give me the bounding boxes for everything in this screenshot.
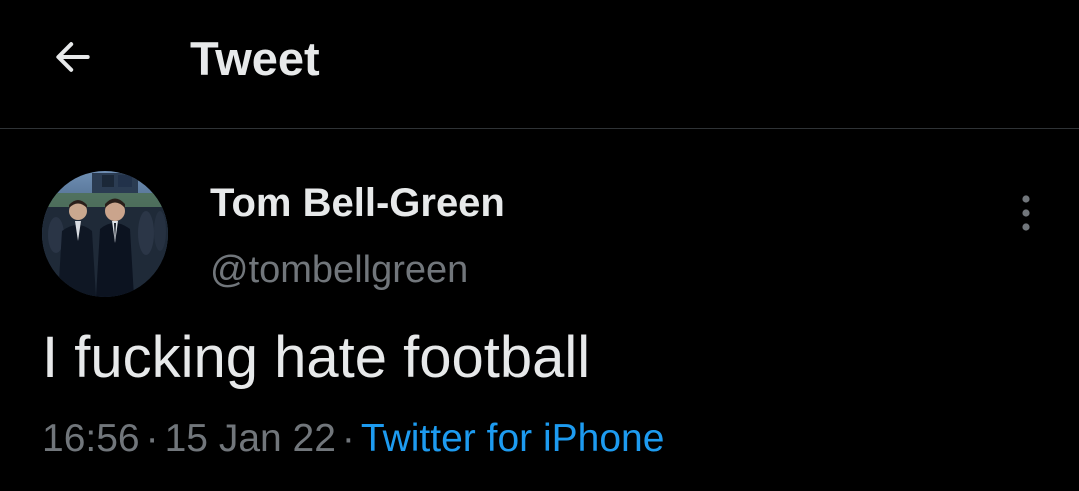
tweet-meta: 16:56 · 15 Jan 22 · Twitter for iPhone bbox=[42, 412, 664, 466]
meta-separator: · bbox=[341, 417, 355, 460]
meta-separator: · bbox=[145, 417, 159, 460]
more-options-button[interactable] bbox=[1004, 190, 1048, 240]
back-button[interactable] bbox=[44, 30, 102, 88]
author-display-name[interactable]: Tom Bell-Green bbox=[210, 178, 505, 228]
page-title: Tweet bbox=[190, 32, 320, 85]
tweet-date[interactable]: 15 Jan 22 bbox=[165, 417, 336, 460]
tweet-source-link[interactable]: Twitter for iPhone bbox=[361, 417, 664, 460]
author-handle[interactable]: @tombellgreen bbox=[210, 245, 468, 295]
arrow-left-icon bbox=[51, 35, 95, 84]
tweet-text: I fucking hate football bbox=[42, 325, 591, 390]
tweet-time[interactable]: 16:56 bbox=[42, 417, 140, 460]
avatar[interactable] bbox=[42, 171, 168, 297]
top-bar: Tweet bbox=[0, 0, 1079, 129]
more-vertical-icon bbox=[1020, 193, 1032, 238]
